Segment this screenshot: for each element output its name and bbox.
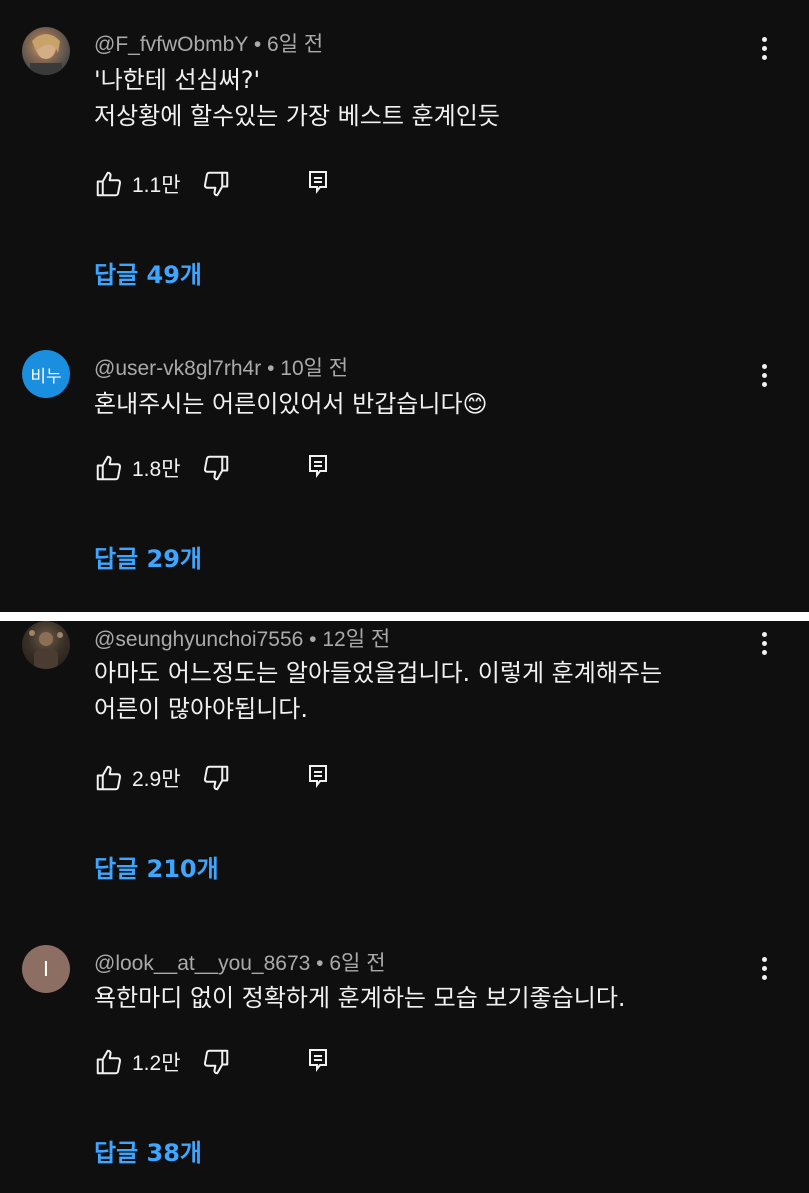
like-button[interactable]: 1.2만 [94, 1047, 181, 1077]
more-vert-icon[interactable] [752, 361, 776, 397]
header-separator: • [316, 952, 324, 975]
avatar[interactable] [22, 27, 70, 75]
comment-text: 욕한마디 없이 정확하게 훈계하는 모습 보기좋습니다. [94, 980, 744, 1016]
reply-button[interactable] [306, 453, 330, 479]
reply-comment-icon [309, 455, 327, 478]
reply-button[interactable] [306, 1047, 330, 1073]
author-name[interactable]: @look__at__you_8673 [94, 952, 310, 975]
comment-header: @user-vk8gl7rh4r • 10일 전 [94, 352, 348, 382]
comment-line: 욕한마디 없이 정확하게 훈계하는 모습 보기좋습니다. [94, 984, 626, 1012]
like-button[interactable]: 1.1만 [94, 169, 181, 199]
author-name[interactable]: @user-vk8gl7rh4r [94, 357, 261, 380]
like-count: 1.1만 [132, 174, 181, 197]
comment-header: @seunghyunchoi7556 • 12일 전 [94, 623, 390, 653]
thumbs-down-icon [203, 765, 228, 791]
comment-line: 아마도 어느정도는 알아들었을겁니다. 이렇게 훈계해주는 [94, 659, 663, 687]
dislike-button[interactable] [201, 453, 231, 483]
comment-line: 저상황에 할수있는 가장 베스트 훈계인듯 [94, 102, 500, 130]
comment-text: 아마도 어느정도는 알아들었을겁니다. 이렇게 훈계해주는 어른이 많아야됩니다… [94, 655, 744, 727]
more-vert-icon[interactable] [752, 34, 776, 70]
view-replies-link[interactable]: 답글 210개 [94, 849, 219, 884]
like-count: 2.9만 [132, 768, 181, 791]
more-vert-icon[interactable] [752, 954, 776, 990]
avatar[interactable] [22, 621, 70, 669]
avatar-photo-icon [29, 630, 63, 669]
comment-actions: 1.8만 [94, 451, 327, 485]
reply-button[interactable] [306, 763, 330, 789]
like-button[interactable]: 2.9만 [94, 763, 181, 793]
comment-line: '나한테 선심써?' [94, 66, 261, 94]
reply-button[interactable] [306, 169, 330, 195]
dislike-button[interactable] [201, 169, 231, 199]
header-separator: • [309, 628, 317, 651]
more-vert-icon[interactable] [752, 629, 776, 665]
comment-time: 6일 전 [267, 33, 324, 56]
avatar[interactable]: I [22, 945, 70, 993]
comment-text: '나한테 선심써?' 저상황에 할수있는 가장 베스트 훈계인듯 [94, 62, 744, 134]
comment-time: 12일 전 [322, 628, 391, 651]
thumbs-up-icon [96, 1049, 122, 1075]
thumbs-up-icon [96, 171, 122, 197]
view-replies-link[interactable]: 답글 49개 [94, 255, 202, 290]
reply-comment-icon [309, 171, 327, 194]
reply-comment-icon [309, 1049, 327, 1072]
header-separator: • [267, 357, 275, 380]
comment-time: 6일 전 [329, 952, 386, 975]
view-replies-link[interactable]: 답글 38개 [94, 1133, 202, 1168]
like-count: 1.8만 [132, 458, 181, 481]
avatar-photo-icon [30, 34, 62, 75]
screenshot-divider [0, 612, 809, 621]
thumbs-up-icon [96, 765, 122, 791]
author-name[interactable]: @F_fvfwObmbY [94, 33, 248, 56]
author-name[interactable]: @seunghyunchoi7556 [94, 628, 303, 651]
screenshot-panel-bottom: @seunghyunchoi7556 • 12일 전 아마도 어느정도는 알아들… [0, 621, 809, 1193]
header-separator: • [253, 33, 262, 56]
like-count: 1.2만 [132, 1052, 181, 1075]
dislike-button[interactable] [201, 763, 231, 793]
comment-time: 10일 전 [280, 357, 349, 380]
like-button[interactable]: 1.8만 [94, 453, 181, 483]
comment-actions: 1.1만 [94, 167, 327, 201]
view-replies-link[interactable]: 답글 29개 [94, 539, 202, 574]
comment-line: 어른이 많아야됩니다. [94, 695, 308, 723]
screenshot-panel-top: @F_fvfwObmbY • 6일 전 '나한테 선심써?' 저상황에 할수있는… [0, 0, 809, 612]
thumbs-down-icon [203, 1049, 228, 1075]
thumbs-up-icon [96, 455, 122, 481]
thumbs-down-icon [203, 171, 228, 197]
reply-comment-icon [309, 765, 327, 788]
comment-actions: 1.2만 [94, 1045, 327, 1079]
avatar[interactable]: 비누 [22, 350, 70, 398]
thumbs-down-icon [203, 455, 228, 481]
comment-header: @look__at__you_8673 • 6일 전 [94, 947, 386, 977]
comment-text: 혼내주시는 어른이있어서 반갑습니다😊 [94, 386, 744, 422]
dislike-button[interactable] [201, 1047, 231, 1077]
comment-header: @F_fvfwObmbY • 6일 전 [94, 28, 323, 58]
comment-line: 혼내주시는 어른이있어서 반갑습니다😊 [94, 390, 488, 418]
comment-actions: 2.9만 [94, 761, 327, 795]
